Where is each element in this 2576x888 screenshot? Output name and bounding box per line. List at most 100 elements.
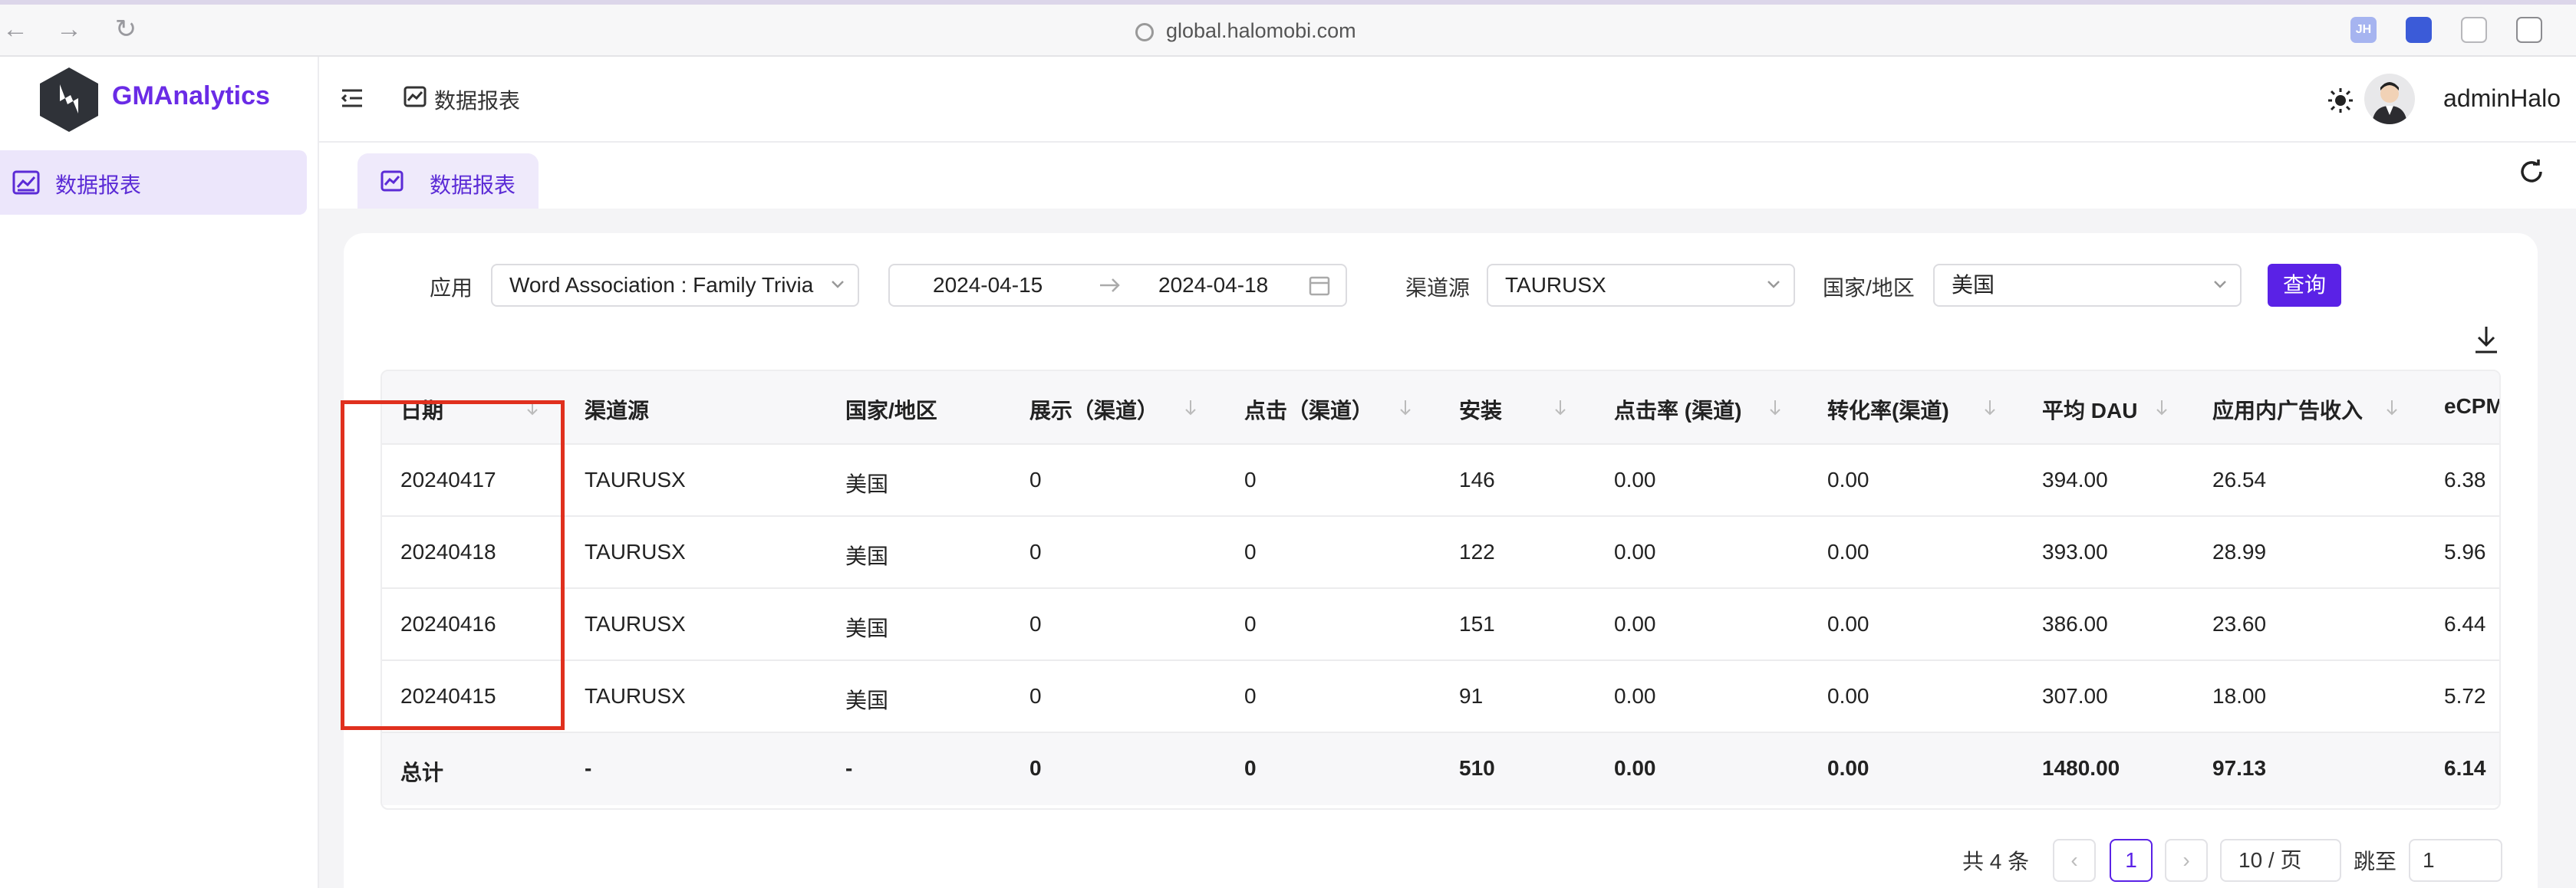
sort-arrow-icon[interactable] — [1399, 399, 1412, 417]
url-text: global.halomobi.com — [1166, 19, 1356, 42]
cell-channel: TAURUSX — [585, 612, 686, 636]
refresh-icon[interactable] — [2518, 158, 2545, 186]
menu-collapse-icon[interactable] — [341, 87, 364, 109]
chevron-down-icon — [832, 281, 844, 288]
channel-select-value: TAURUSX — [1505, 273, 1606, 297]
cell-avg-dau: 394.00 — [2042, 468, 2108, 492]
calendar-icon — [1309, 276, 1330, 296]
tab-label: 数据报表 — [430, 173, 516, 197]
sidebar-item-label: 数据报表 — [55, 173, 142, 197]
cell-installs: 91 — [1459, 684, 1484, 708]
sort-arrow-icon[interactable] — [2386, 399, 2398, 417]
cell-cvr: 0.00 — [1827, 684, 1869, 708]
sort-arrow-icon[interactable] — [1984, 399, 1996, 417]
app-filter-label: 应用 — [430, 276, 473, 300]
cell-impressions: 0 — [1029, 684, 1042, 708]
extension-jh-icon[interactable]: JH — [2350, 17, 2377, 43]
sort-arrow-icon[interactable] — [1769, 399, 1781, 417]
report-icon — [380, 170, 404, 192]
page-size-value: 10 / 页 — [2238, 848, 2302, 872]
app-header: 数据报表 adminHalo — [319, 57, 2576, 143]
user-avatar-icon — [2372, 82, 2407, 124]
arrow-right-icon — [1100, 278, 1120, 292]
report-icon — [12, 170, 40, 195]
cell-impressions: 0 — [1029, 468, 1042, 492]
theme-toggle-sun-icon[interactable] — [2327, 87, 2354, 113]
column-header-cvr[interactable]: 转化率(渠道) — [1827, 394, 1949, 425]
date-column-highlight-box — [341, 400, 565, 730]
pagination-prev-button[interactable]: ‹ — [2053, 839, 2096, 882]
tab-bar: 数据报表 — [319, 143, 2576, 209]
link-icon — [1132, 18, 1158, 45]
page-size-select[interactable]: 10 / 页 — [2220, 839, 2341, 882]
sidebar-item-data-report[interactable]: 数据报表 — [0, 150, 307, 215]
table-row[interactable]: 20240416 TAURUSX 美国 0 0 151 0.00 0.00 38… — [382, 589, 2499, 661]
app-select[interactable]: Word Association : Family Trivia — [491, 264, 859, 307]
window-edge — [0, 0, 2576, 5]
table-row[interactable]: 20240418 TAURUSX 美国 0 0 122 0.00 0.00 39… — [382, 517, 2499, 589]
jump-to-input[interactable]: 1 — [2409, 839, 2502, 882]
cell-ad-revenue: 26.54 — [2212, 468, 2267, 492]
sort-arrow-icon[interactable] — [1554, 399, 1566, 417]
column-header-installs[interactable]: 安装 — [1459, 394, 1502, 425]
column-header-ctr[interactable]: 点击率 (渠道) — [1614, 394, 1741, 425]
table-row[interactable]: 20240415 TAURUSX 美国 0 0 91 0.00 0.00 307… — [382, 661, 2499, 733]
address-bar[interactable]: global.halomobi.com — [1132, 15, 1356, 46]
date-range-picker[interactable]: 2024-04-15 2024-04-18 — [888, 264, 1347, 307]
total-installs: 510 — [1459, 756, 1495, 780]
avatar[interactable] — [2364, 74, 2415, 124]
extension-settings-icon[interactable] — [2461, 17, 2487, 43]
column-header-ecpm[interactable]: eCPM — [2444, 394, 2499, 419]
brand-name: GMAnalytics — [112, 81, 270, 110]
cell-cvr: 0.00 — [1827, 540, 1869, 564]
cell-ecpm: 6.44 — [2444, 612, 2486, 636]
total-impressions: 0 — [1029, 756, 1042, 780]
cell-cvr: 0.00 — [1827, 468, 1869, 492]
username[interactable]: adminHalo — [2443, 84, 2561, 113]
column-header-country: 国家/地区 — [845, 399, 937, 423]
sidebar-toggle-icon[interactable] — [2516, 17, 2542, 43]
report-table: 日期 渠道源 国家/地区 展示（渠道） 点击（渠道） 安装 点击率 (渠道) 转… — [380, 370, 2501, 810]
pagination-page-1[interactable]: 1 — [2110, 839, 2153, 882]
jump-to-label: 跳至 — [2354, 850, 2397, 873]
gmanalytics-logo-icon — [40, 67, 98, 132]
column-header-impressions[interactable]: 展示（渠道） — [1029, 394, 1158, 425]
breadcrumb[interactable]: 数据报表 — [434, 84, 520, 115]
channel-filter-label: 渠道源 — [1405, 276, 1471, 300]
table-header: 日期 渠道源 国家/地区 展示（渠道） 点击（渠道） 安装 点击率 (渠道) 转… — [382, 371, 2499, 445]
download-icon[interactable] — [2473, 325, 2499, 354]
reload-icon[interactable]: ↻ — [110, 14, 141, 44]
cell-country: 美国 — [845, 689, 889, 712]
pagination-next-button[interactable]: › — [2165, 839, 2208, 882]
table-row[interactable]: 20240417 TAURUSX 美国 0 0 146 0.00 0.00 39… — [382, 445, 2499, 517]
cell-ecpm: 5.96 — [2444, 540, 2486, 564]
cell-ecpm: 5.72 — [2444, 684, 2486, 708]
date-end[interactable]: 2024-04-18 — [1158, 273, 1268, 298]
column-header-ad-revenue[interactable]: 应用内广告收入 — [2212, 394, 2363, 425]
chevron-down-icon — [1767, 281, 1780, 288]
column-header-avg-dau[interactable]: 平均 DAU — [2042, 394, 2137, 425]
total-clicks: 0 — [1244, 756, 1257, 780]
total-channel: - — [585, 756, 592, 780]
cell-ctr: 0.00 — [1614, 468, 1656, 492]
cell-avg-dau: 393.00 — [2042, 540, 2108, 564]
forward-icon[interactable]: → — [54, 14, 84, 44]
tab-data-report[interactable]: 数据报表 — [357, 153, 539, 209]
date-start[interactable]: 2024-04-15 — [933, 273, 1043, 298]
total-avg-dau: 1480.00 — [2042, 756, 2120, 780]
table-total-row: 总计 - - 0 0 510 0.00 0.00 1480.00 97.13 6… — [382, 733, 2499, 805]
cell-ad-revenue: 23.60 — [2212, 612, 2267, 636]
report-card: 应用 Word Association : Family Trivia 2024… — [344, 233, 2538, 888]
extension-icon[interactable] — [2406, 17, 2432, 43]
channel-select[interactable]: TAURUSX — [1487, 264, 1795, 307]
column-header-clicks[interactable]: 点击（渠道） — [1244, 394, 1373, 425]
query-button[interactable]: 查询 — [2268, 264, 2341, 307]
browser-toolbar: ← → ↻ global.halomobi.com JH — [0, 0, 2576, 57]
sort-arrow-icon[interactable] — [1184, 399, 1197, 417]
back-icon[interactable]: ← — [0, 14, 31, 44]
sort-arrow-icon[interactable] — [2156, 399, 2168, 417]
total-label: 总计 — [400, 761, 444, 784]
country-select[interactable]: 美国 — [1933, 264, 2242, 307]
cell-channel: TAURUSX — [585, 684, 686, 708]
cell-impressions: 0 — [1029, 540, 1042, 564]
